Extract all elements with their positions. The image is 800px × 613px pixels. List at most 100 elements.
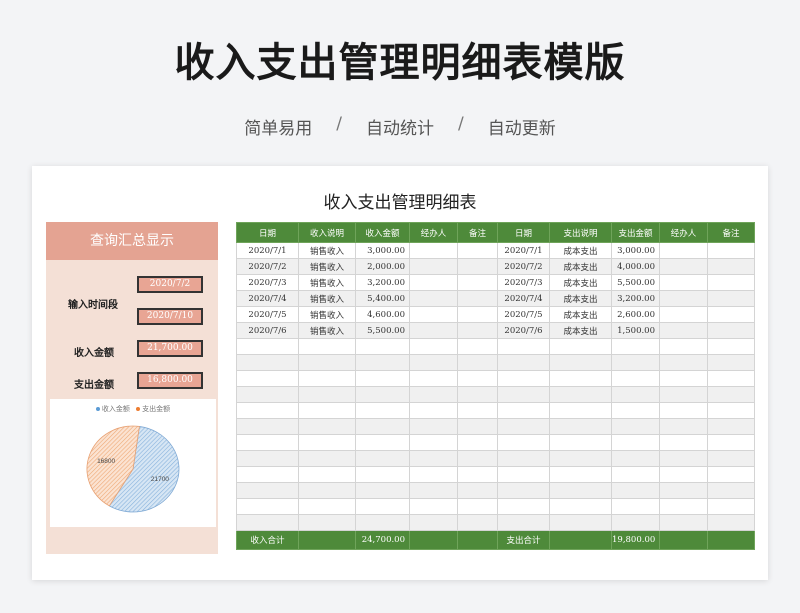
table-cell[interactable]: 2020/7/2	[236, 258, 299, 275]
table-cell[interactable]: 销售收入	[298, 274, 356, 291]
table-cell[interactable]	[457, 242, 498, 259]
table-cell[interactable]	[236, 354, 299, 371]
table-cell[interactable]	[659, 482, 708, 499]
table-cell[interactable]	[236, 482, 299, 499]
table-cell[interactable]	[298, 466, 356, 483]
table-cell[interactable]	[457, 450, 498, 467]
date-from-input[interactable]: 2020/7/2	[137, 276, 203, 293]
table-cell[interactable]	[659, 418, 708, 435]
table-cell[interactable]	[298, 498, 356, 515]
table-cell[interactable]	[355, 386, 410, 403]
table-cell[interactable]: 2020/7/4	[497, 290, 550, 307]
table-cell[interactable]	[457, 514, 498, 531]
table-cell[interactable]	[457, 338, 498, 355]
table-cell[interactable]: 2,000.00	[355, 258, 410, 275]
table-cell[interactable]: 3,200.00	[355, 274, 410, 291]
table-cell[interactable]	[549, 482, 612, 499]
table-cell[interactable]	[457, 466, 498, 483]
table-cell[interactable]	[457, 354, 498, 371]
table-cell[interactable]: 销售收入	[298, 242, 356, 259]
table-cell[interactable]: 成本支出	[549, 242, 612, 259]
table-cell[interactable]: 销售收入	[298, 322, 356, 339]
table-cell[interactable]	[497, 514, 550, 531]
table-cell[interactable]	[355, 402, 410, 419]
table-cell[interactable]	[457, 290, 498, 307]
table-cell[interactable]: 2020/7/2	[497, 258, 550, 275]
table-cell[interactable]	[549, 386, 612, 403]
table-cell[interactable]	[611, 354, 660, 371]
table-cell[interactable]	[659, 386, 708, 403]
table-cell[interactable]	[236, 418, 299, 435]
table-cell[interactable]	[457, 370, 498, 387]
table-cell[interactable]	[298, 434, 356, 451]
table-cell[interactable]	[707, 450, 755, 467]
table-cell[interactable]	[659, 434, 708, 451]
table-cell[interactable]	[659, 290, 708, 307]
table-cell[interactable]	[659, 514, 708, 531]
table-cell[interactable]	[497, 386, 550, 403]
table-cell[interactable]	[549, 338, 612, 355]
table-cell[interactable]	[611, 450, 660, 467]
table-cell[interactable]: 2020/7/5	[236, 306, 299, 323]
table-cell[interactable]	[659, 274, 708, 291]
table-cell[interactable]	[707, 386, 755, 403]
table-cell[interactable]	[611, 466, 660, 483]
table-cell[interactable]	[236, 370, 299, 387]
table-cell[interactable]	[659, 258, 708, 275]
table-cell[interactable]: 5,500.00	[611, 274, 660, 291]
table-cell[interactable]	[659, 354, 708, 371]
table-cell[interactable]	[457, 258, 498, 275]
table-cell[interactable]	[457, 482, 498, 499]
table-cell[interactable]	[355, 354, 410, 371]
table-cell[interactable]	[298, 338, 356, 355]
table-cell[interactable]: 成本支出	[549, 290, 612, 307]
table-cell[interactable]	[298, 402, 356, 419]
table-cell[interactable]	[409, 514, 458, 531]
table-cell[interactable]	[549, 370, 612, 387]
table-cell[interactable]	[236, 466, 299, 483]
table-cell[interactable]	[497, 466, 550, 483]
table-cell[interactable]	[457, 274, 498, 291]
table-cell[interactable]: 1,500.00	[611, 322, 660, 339]
table-cell[interactable]	[707, 306, 755, 323]
table-cell[interactable]	[457, 386, 498, 403]
table-cell[interactable]	[355, 418, 410, 435]
table-cell[interactable]	[549, 434, 612, 451]
table-cell[interactable]	[298, 370, 356, 387]
table-cell[interactable]	[707, 322, 755, 339]
table-cell[interactable]	[497, 482, 550, 499]
table-cell[interactable]	[549, 498, 612, 515]
table-cell[interactable]	[659, 338, 708, 355]
table-cell[interactable]: 成本支出	[549, 306, 612, 323]
table-cell[interactable]	[298, 514, 356, 531]
table-cell[interactable]: 销售收入	[298, 306, 356, 323]
table-cell[interactable]	[549, 450, 612, 467]
table-cell[interactable]	[707, 434, 755, 451]
table-cell[interactable]	[409, 258, 458, 275]
table-cell[interactable]: 5,400.00	[355, 290, 410, 307]
table-cell[interactable]	[497, 354, 550, 371]
table-cell[interactable]	[497, 418, 550, 435]
table-cell[interactable]	[409, 402, 458, 419]
table-cell[interactable]: 4,600.00	[355, 306, 410, 323]
table-cell[interactable]	[707, 354, 755, 371]
table-cell[interactable]	[707, 274, 755, 291]
table-cell[interactable]	[236, 434, 299, 451]
table-cell[interactable]	[659, 242, 708, 259]
table-cell[interactable]	[707, 498, 755, 515]
table-cell[interactable]	[355, 450, 410, 467]
table-cell[interactable]	[707, 402, 755, 419]
table-cell[interactable]	[298, 354, 356, 371]
table-cell[interactable]	[298, 386, 356, 403]
table-cell[interactable]	[457, 306, 498, 323]
table-cell[interactable]	[236, 514, 299, 531]
table-cell[interactable]	[707, 242, 755, 259]
table-cell[interactable]	[355, 498, 410, 515]
table-cell[interactable]: 2020/7/1	[236, 242, 299, 259]
table-cell[interactable]	[409, 386, 458, 403]
table-cell[interactable]	[611, 482, 660, 499]
table-cell[interactable]	[659, 450, 708, 467]
table-cell[interactable]	[355, 466, 410, 483]
table-cell[interactable]	[355, 482, 410, 499]
table-cell[interactable]: 2020/7/3	[497, 274, 550, 291]
